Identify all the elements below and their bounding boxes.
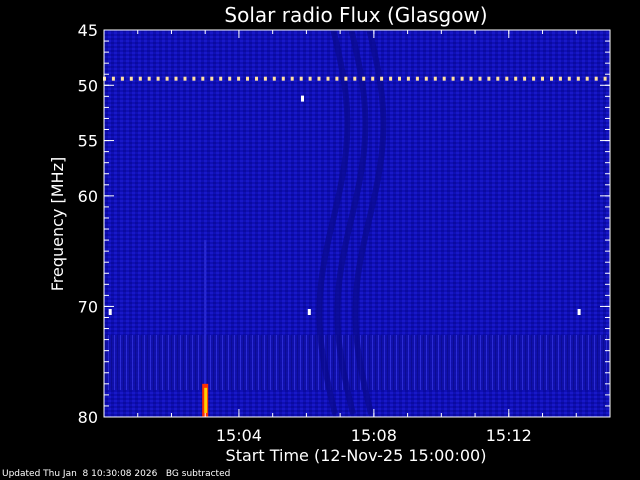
- interference-dot: [237, 76, 241, 81]
- interference-dot: [290, 76, 294, 81]
- interference-dot: [451, 76, 455, 81]
- interference-dot: [183, 76, 187, 81]
- interference-dot: [594, 76, 598, 81]
- interference-dot: [424, 76, 428, 81]
- interference-dot: [246, 76, 249, 81]
- burst-core: [204, 387, 208, 413]
- interference-dot: [335, 76, 339, 81]
- interference-dot: [460, 76, 464, 81]
- interference-dot: [228, 76, 232, 81]
- plot-area: [103, 29, 610, 417]
- interference-dot: [272, 76, 276, 81]
- interference-dot: [326, 76, 330, 81]
- interference-dot: [478, 76, 482, 81]
- interference-dot: [353, 76, 357, 81]
- bright-spot: [108, 309, 112, 315]
- updated-timestamp: Updated Thu Jan 8 10:30:08 2026: [2, 469, 158, 479]
- interference-dot: [192, 76, 196, 81]
- interference-dot: [371, 76, 375, 81]
- interference-dot: [415, 76, 419, 81]
- interference-dot: [129, 76, 133, 81]
- footer-status: Updated Thu Jan 8 10:30:08 2026 BG subtr…: [2, 469, 230, 479]
- interference-dot: [120, 76, 124, 81]
- interference-dot: [505, 76, 509, 81]
- y-tick-label: 80: [78, 408, 98, 427]
- bright-spot: [577, 309, 581, 315]
- interference-dot: [487, 76, 491, 81]
- interference-dot: [514, 76, 518, 81]
- interference-dot: [174, 76, 178, 81]
- y-tick-label: 70: [78, 297, 98, 316]
- interference-dot: [111, 76, 115, 81]
- interference-dot: [567, 76, 571, 81]
- y-tick-label: 55: [78, 132, 98, 151]
- interference-dot: [156, 76, 160, 81]
- interference-dot: [344, 76, 348, 81]
- interference-dot: [263, 76, 267, 81]
- x-tick-label: 15:04: [216, 426, 262, 445]
- interference-dot: [281, 76, 285, 81]
- interference-dot: [469, 76, 473, 81]
- interference-dot: [550, 76, 553, 81]
- chart-title: Solar radio Flux (Glasgow): [224, 3, 487, 27]
- interference-dot: [299, 76, 303, 81]
- bright-spot: [307, 309, 311, 315]
- y-tick-label: 45: [78, 21, 98, 40]
- interference-dot: [523, 76, 527, 81]
- bright-spot: [301, 95, 304, 102]
- interference-dot: [496, 76, 500, 81]
- interference-dot: [138, 76, 142, 81]
- interference-dot: [308, 76, 312, 81]
- interference-dot: [585, 76, 589, 81]
- y-tick-label: 60: [78, 187, 98, 206]
- x-tick-label: 15:12: [486, 426, 532, 445]
- interference-dot: [532, 76, 536, 81]
- bg-subtracted-note: BG subtracted: [165, 469, 231, 479]
- spectrogram-chart: 15:04 15:08 15:12 45 50 55 60 70 80 Solar radio …: [48, 3, 611, 465]
- interference-dot: [576, 76, 580, 81]
- interference-dot: [210, 76, 214, 81]
- interference-dot: [442, 76, 446, 81]
- interference-dot: [389, 76, 393, 81]
- interference-dot: [219, 76, 223, 81]
- y-tick-label: 50: [78, 76, 98, 95]
- interference-dot: [201, 76, 205, 81]
- interference-dot: [603, 76, 607, 81]
- interference-dot: [558, 76, 562, 81]
- interference-dot: [317, 76, 321, 81]
- x-tick-label: 15:08: [351, 426, 397, 445]
- interference-dot: [398, 76, 401, 81]
- y-axis-label: Frequency [MHz]: [48, 157, 67, 291]
- interference-dot: [541, 76, 544, 81]
- interference-dot: [255, 76, 258, 81]
- interference-dot: [406, 76, 410, 81]
- interference-dot: [362, 76, 366, 81]
- interference-dot: [147, 76, 151, 81]
- x-axis-label: Start Time (12-Nov-25 15:00:00): [226, 446, 487, 465]
- interference-dot: [165, 76, 169, 81]
- interference-dot: [380, 76, 384, 81]
- interference-dot: [433, 76, 437, 81]
